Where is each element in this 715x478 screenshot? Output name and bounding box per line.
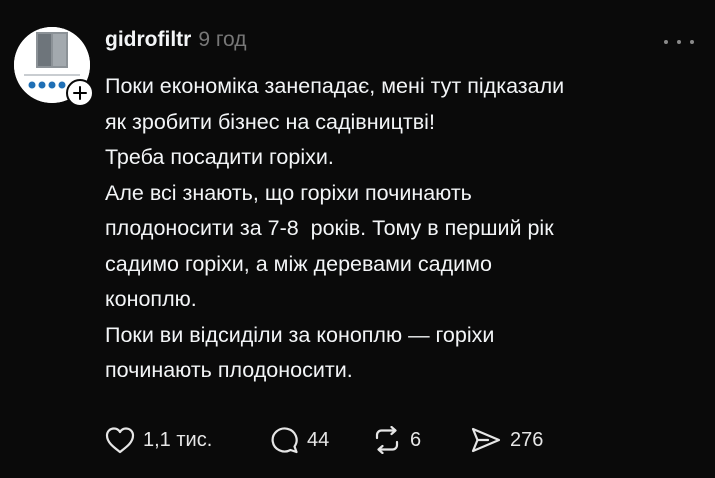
post-text-line: садимо горіхи, а між деревами садимо: [105, 251, 492, 276]
post-text-line: Поки ви відсиділи за коноплю — горіхи: [105, 322, 495, 347]
post-text-line: як зробити бізнес на садівництві!: [105, 109, 435, 134]
post-text-line: Поки економіка занепадає, мені тут підка…: [105, 74, 565, 98]
share-count: 276: [510, 428, 544, 451]
like-button[interactable]: 1,1 тис.: [105, 424, 212, 456]
thread-post: gidrofiltr 9 год Поки економіка занепада…: [0, 0, 715, 478]
post-timestamp[interactable]: 9 год: [198, 28, 246, 52]
heart-icon: [105, 427, 135, 454]
follow-button[interactable]: [66, 79, 94, 107]
repost-button[interactable]: 6: [372, 424, 421, 456]
post-text-line: починають плодоносити.: [105, 358, 353, 382]
repost-arrows-icon: [375, 426, 399, 454]
post-text-line: плодоносити за 7-8 років. Тому в перший …: [105, 216, 554, 240]
more-options-button[interactable]: [664, 34, 694, 50]
post-body: Поки економіка занепадає, мені тут підка…: [105, 69, 705, 389]
author-username[interactable]: gidrofiltr: [105, 28, 191, 52]
comment-bubble-icon: [271, 427, 298, 454]
post-text-line: Треба посадити горіхи.: [105, 145, 334, 169]
post-header: gidrofiltr 9 год: [105, 28, 247, 58]
post-text-line: Але всі знають, що горіхи починають: [105, 180, 472, 205]
reply-button[interactable]: 44: [269, 424, 329, 456]
post-actions-bar: 1,1 тис. 44 6 276: [105, 424, 665, 456]
more-horizontal-icon: [664, 40, 668, 44]
post-text-line: коноплю.: [105, 287, 197, 311]
avatar-container: [14, 27, 94, 107]
plus-icon: [73, 86, 87, 100]
reply-count: 44: [307, 428, 330, 451]
share-button[interactable]: 276: [470, 424, 543, 456]
repost-count: 6: [410, 428, 422, 451]
send-paper-plane-icon: [471, 427, 501, 453]
like-count: 1,1 тис.: [143, 428, 213, 451]
